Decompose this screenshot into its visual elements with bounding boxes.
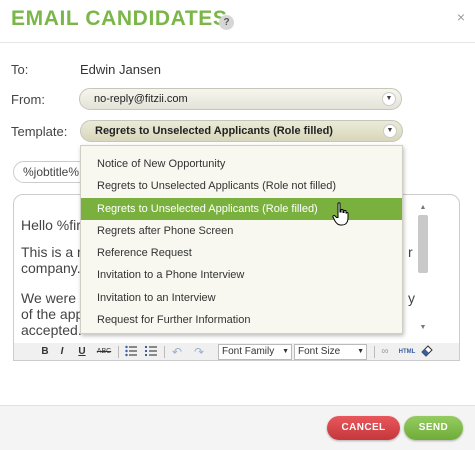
editor-toolbar: B I U ABC ↶ ↷ Font Family ▼ Font Size ▼ … bbox=[13, 343, 460, 361]
hand-cursor-icon bbox=[332, 202, 349, 226]
redo-icon[interactable]: ↷ bbox=[192, 345, 206, 359]
html-button[interactable]: HTML bbox=[397, 345, 417, 359]
editor-line: This is a n bbox=[21, 244, 85, 260]
dropdown-caret-icon: ▼ bbox=[383, 93, 395, 105]
template-option[interactable]: Reference Request bbox=[81, 242, 402, 264]
numbered-list-icon[interactable] bbox=[144, 345, 158, 359]
editor-scrollbar[interactable]: ▲ ▼ bbox=[417, 203, 429, 333]
editor-line: We were e bbox=[21, 290, 88, 306]
from-select-value: no-reply@fitzii.com bbox=[94, 93, 188, 105]
from-select[interactable]: no-reply@fitzii.com ▼ bbox=[79, 88, 402, 110]
template-dropdown-menu: Notice of New Opportunity Regrets to Uns… bbox=[80, 145, 403, 334]
close-icon[interactable]: × bbox=[457, 10, 465, 24]
dialog-title: EMAIL CANDIDATES bbox=[11, 7, 228, 30]
dialog-header: EMAIL CANDIDATES ? × bbox=[0, 0, 475, 42]
editor-line: of the app bbox=[21, 306, 84, 322]
header-divider bbox=[0, 42, 475, 43]
from-label: From: bbox=[11, 92, 45, 107]
link-icon[interactable]: ∞ bbox=[378, 345, 392, 359]
toolbar-divider bbox=[374, 346, 375, 358]
send-button[interactable]: SEND bbox=[404, 416, 463, 440]
scroll-down-icon[interactable]: ▼ bbox=[417, 323, 429, 333]
font-size-label: Font Size bbox=[298, 346, 341, 357]
dropdown-caret-icon: ▼ bbox=[384, 125, 396, 137]
undo-icon[interactable]: ↶ bbox=[170, 345, 184, 359]
dropdown-caret-icon: ▼ bbox=[282, 348, 289, 355]
editor-line: company. bbox=[21, 260, 81, 276]
dialog-footer: CANCEL SEND bbox=[0, 405, 475, 450]
cancel-button[interactable]: CANCEL bbox=[327, 416, 400, 440]
to-label: To: bbox=[11, 62, 29, 77]
template-option[interactable]: Invitation to an Interview bbox=[81, 287, 402, 309]
template-option[interactable]: Invitation to a Phone Interview bbox=[81, 264, 402, 286]
template-option[interactable]: Regrets after Phone Screen bbox=[81, 220, 402, 242]
template-select-value: Regrets to Unselected Applicants (Role f… bbox=[95, 125, 333, 137]
editor-line: accepted. bbox=[21, 322, 82, 338]
editor-fragment: y bbox=[408, 290, 415, 306]
underline-button[interactable]: U bbox=[76, 345, 88, 359]
bullet-list-icon[interactable] bbox=[124, 345, 138, 359]
template-select[interactable]: Regrets to Unselected Applicants (Role f… bbox=[80, 120, 403, 142]
editor-line: Hello %fir bbox=[21, 217, 81, 233]
template-option[interactable]: Regrets to Unselected Applicants (Role n… bbox=[81, 175, 402, 197]
scrollbar-thumb[interactable] bbox=[418, 215, 428, 273]
font-size-select[interactable]: Font Size ▼ bbox=[294, 344, 367, 360]
editor-fragment: r bbox=[408, 244, 413, 260]
template-option-selected[interactable]: Regrets to Unselected Applicants (Role f… bbox=[81, 197, 402, 220]
template-label: Template: bbox=[11, 124, 68, 139]
toolbar-divider bbox=[164, 346, 165, 358]
template-option[interactable]: Request for Further Information bbox=[81, 309, 402, 331]
bold-button[interactable]: B bbox=[39, 345, 51, 359]
eraser-icon[interactable] bbox=[420, 345, 434, 359]
scroll-up-icon[interactable]: ▲ bbox=[417, 203, 429, 213]
font-family-select[interactable]: Font Family ▼ bbox=[218, 344, 292, 360]
help-icon[interactable]: ? bbox=[219, 15, 234, 30]
font-family-label: Font Family bbox=[222, 346, 275, 357]
template-option[interactable]: Notice of New Opportunity bbox=[81, 153, 402, 175]
italic-button[interactable]: I bbox=[56, 345, 68, 359]
toolbar-divider bbox=[118, 346, 119, 358]
strikethrough-button[interactable]: ABC bbox=[94, 345, 114, 359]
to-value: Edwin Jansen bbox=[80, 62, 161, 77]
dropdown-caret-icon: ▼ bbox=[357, 348, 364, 355]
